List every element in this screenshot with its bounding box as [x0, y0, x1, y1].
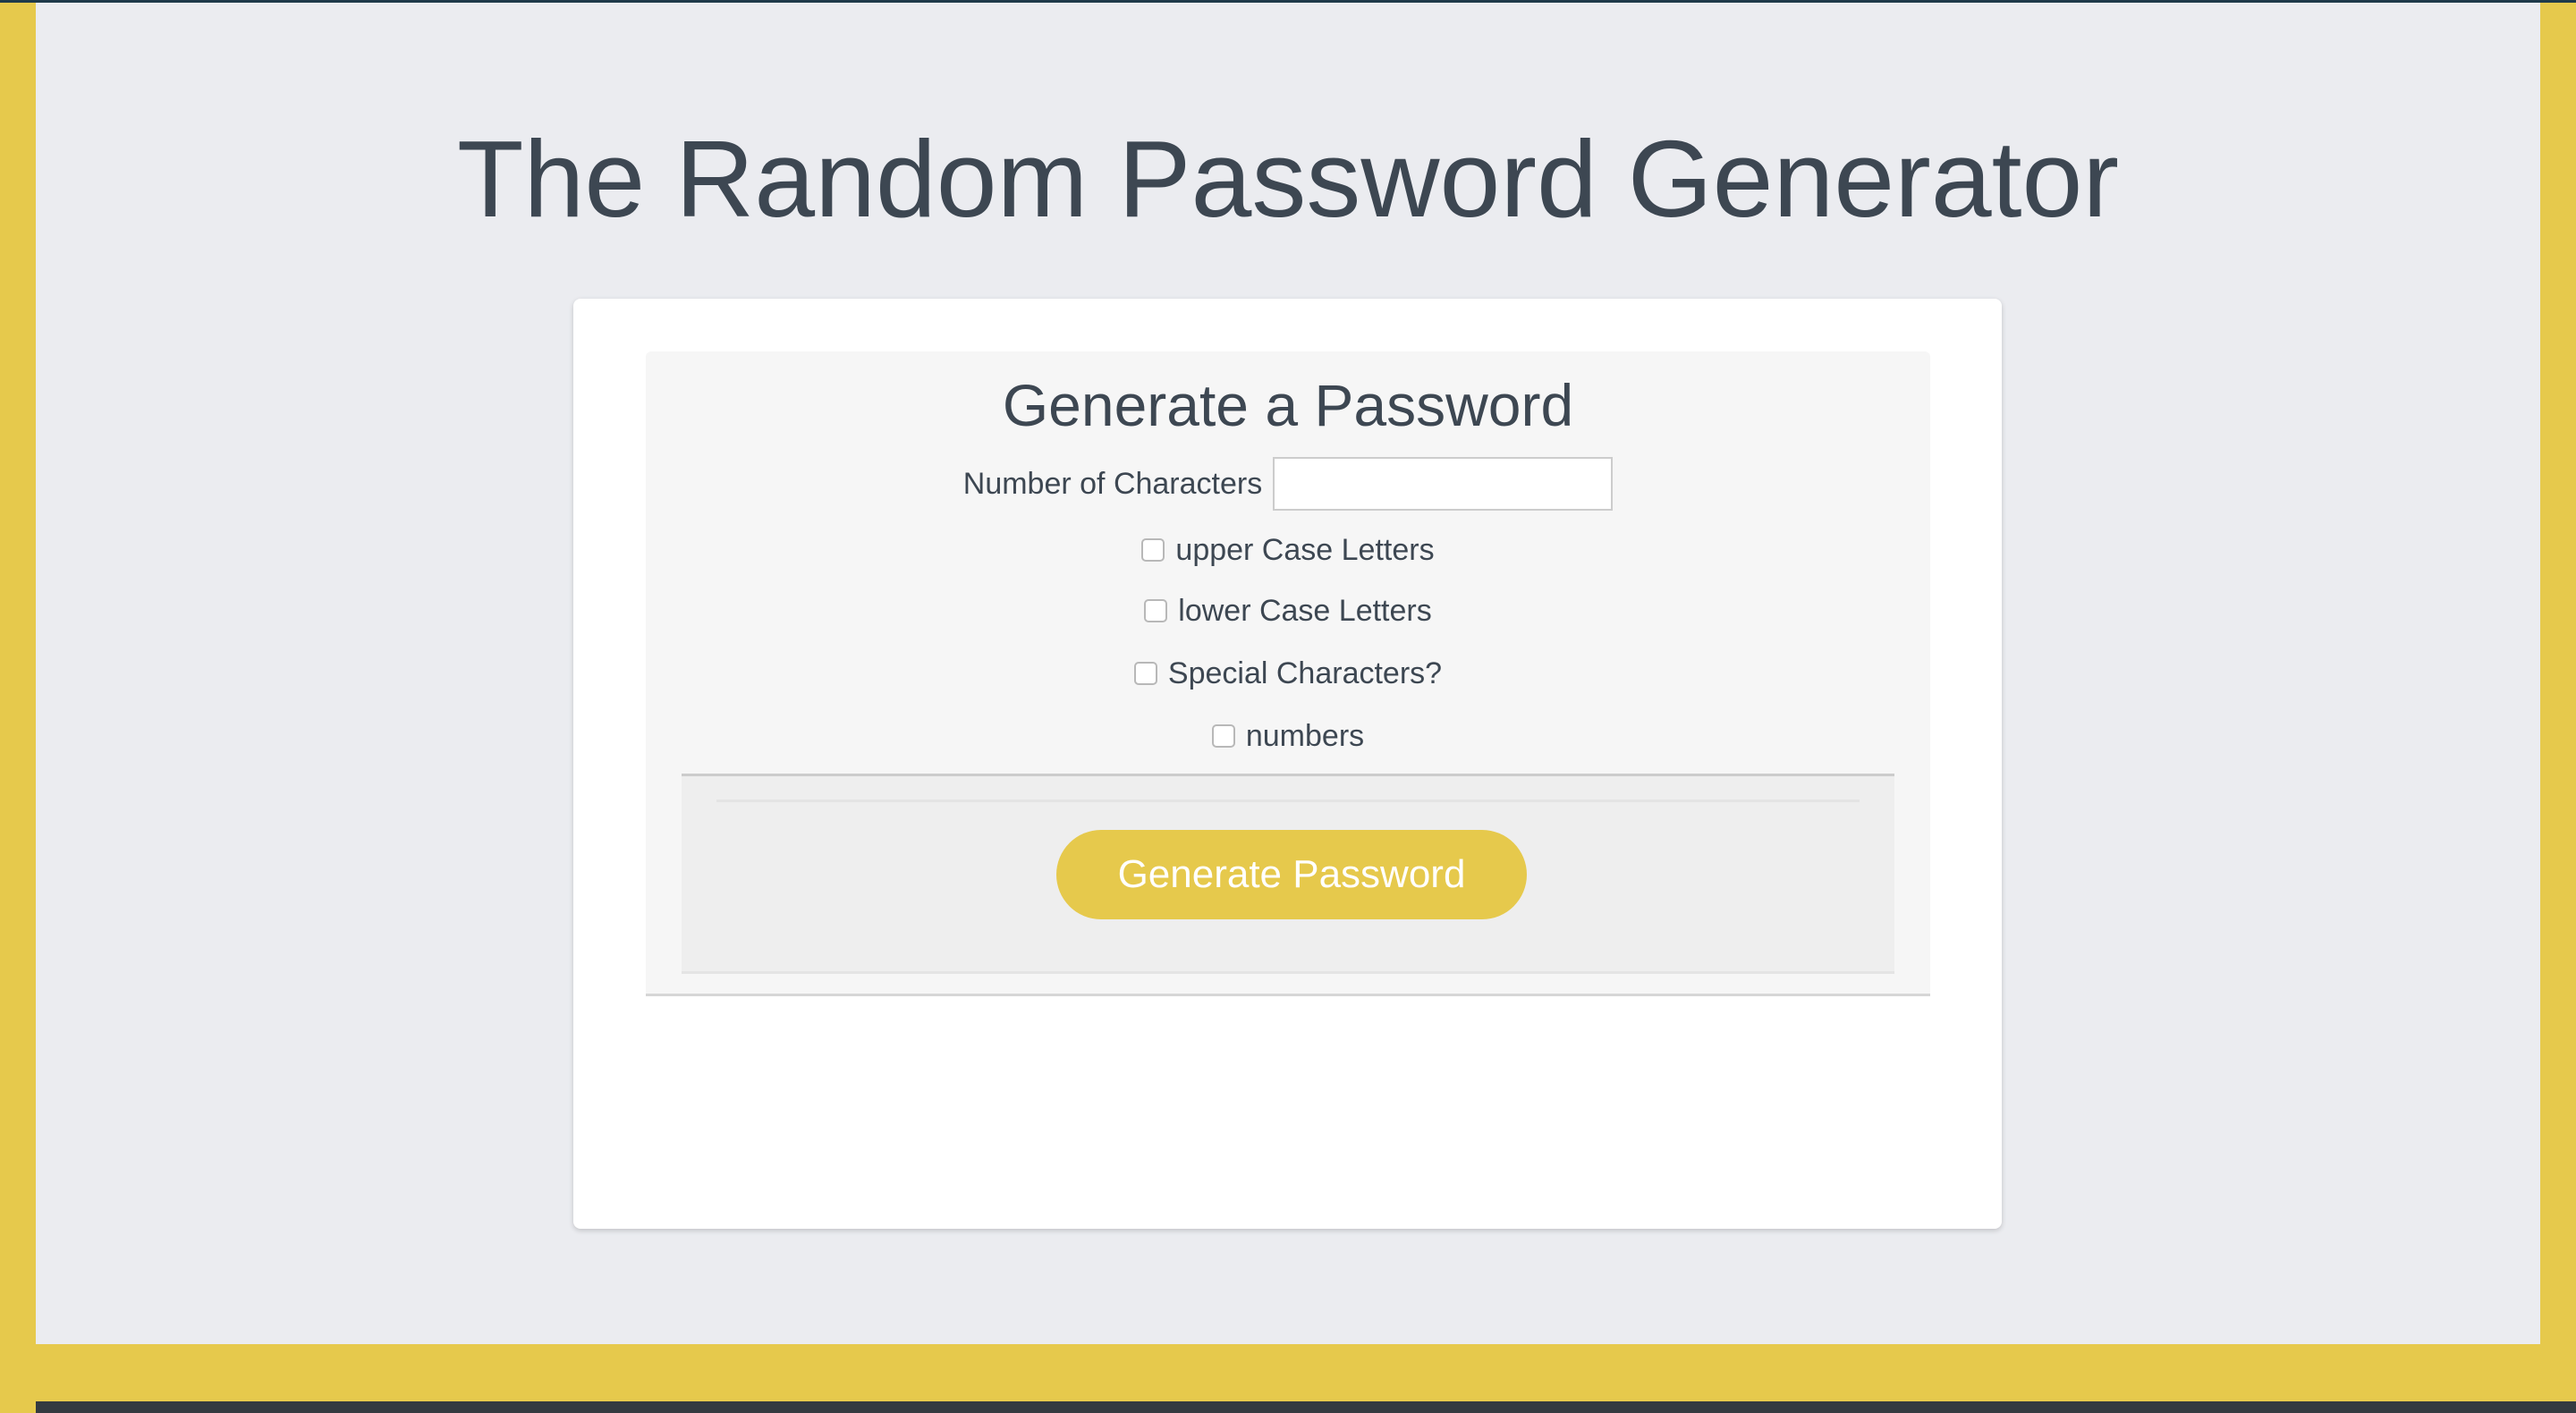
- card-heading: Generate a Password: [1002, 372, 1574, 438]
- lower-checkbox[interactable]: [1144, 599, 1168, 622]
- generator-panel: Generate a Password Number of Characters…: [646, 351, 1930, 996]
- footer-bar: [36, 1401, 2576, 1413]
- length-row: Number of Characters: [646, 457, 1930, 511]
- option-upper[interactable]: upper Case Letters: [646, 530, 1930, 570]
- length-label: Number of Characters: [962, 467, 1263, 501]
- divider: [716, 800, 1860, 802]
- numbers-label: numbers: [1245, 719, 1365, 753]
- upper-label: upper Case Letters: [1175, 533, 1435, 567]
- card-footer: Generate Password: [682, 774, 1894, 974]
- special-label: Special Characters?: [1167, 656, 1443, 690]
- option-numbers[interactable]: numbers: [646, 716, 1930, 756]
- upper-checkbox[interactable]: [1141, 538, 1165, 562]
- numbers-checkbox[interactable]: [1211, 724, 1235, 748]
- lower-label: lower Case Letters: [1178, 594, 1432, 628]
- generator-card: Generate a Password Number of Characters…: [573, 299, 2002, 1229]
- page-title: The Random Password Generator: [457, 118, 2119, 240]
- generate-password-button[interactable]: Generate Password: [1056, 830, 1527, 919]
- option-lower[interactable]: lower Case Letters: [646, 591, 1930, 630]
- option-special[interactable]: Special Characters?: [646, 654, 1930, 693]
- length-input[interactable]: [1273, 457, 1614, 511]
- special-checkbox[interactable]: [1133, 662, 1157, 685]
